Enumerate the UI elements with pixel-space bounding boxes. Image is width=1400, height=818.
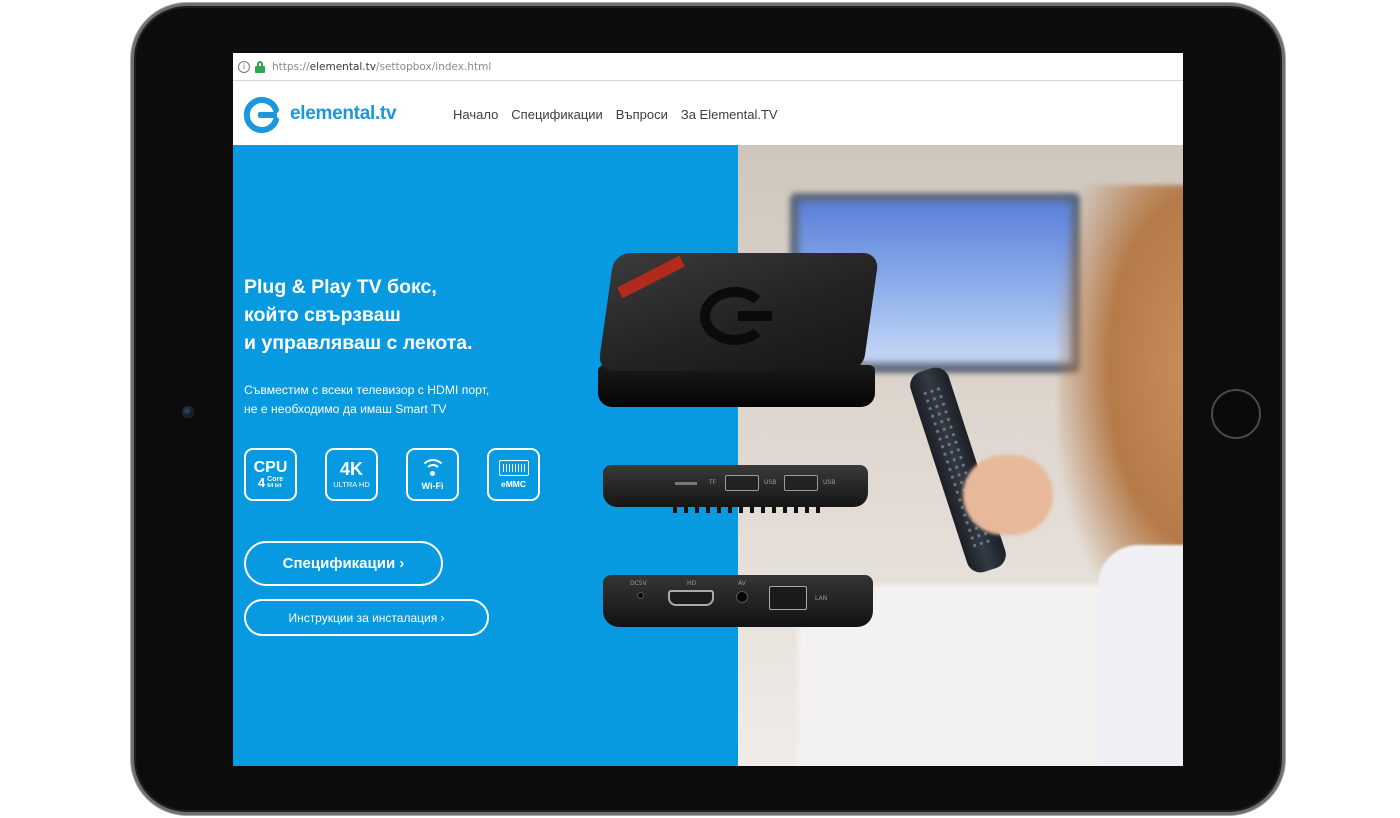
wifi-icon <box>419 458 446 477</box>
hero-title-line: Plug & Play TV бокс, <box>244 276 437 298</box>
tv-box-rear-ports-image: DC5V HD AV LAN <box>603 575 873 635</box>
tv-box-product-image <box>597 253 880 413</box>
specifications-button[interactable]: Спецификации › <box>244 541 443 586</box>
installation-instructions-button[interactable]: Инструкции за инсталация › <box>244 599 489 636</box>
cpu-core-label: Core <box>267 476 284 483</box>
lock-icon <box>255 60 265 73</box>
site-header: elemental.tv Начало Спецификации Въпроси… <box>233 82 1183 145</box>
hero-section: Plug & Play TV бокс, който свързваш и уп… <box>233 145 1183 766</box>
hero-subtitle: Съвместим с всеки телевизор с HDMI порт,… <box>244 381 489 419</box>
hero-photo <box>738 145 1183 766</box>
tv-box-side-ports-image: TF USB USB <box>603 465 868 520</box>
cpu-bits-label: 64 bit <box>267 483 282 489</box>
logo-text[interactable]: elemental.tv <box>290 103 397 125</box>
4k-badge-title: 4K <box>339 458 363 479</box>
cpu-badge-icon: CPU 4 Core 64 bit <box>244 448 297 501</box>
main-nav: Начало Спецификации Въпроси За Elemental… <box>453 107 778 122</box>
url-host: elemental.tv <box>309 60 376 73</box>
cpu-badge-title: CPU <box>253 459 288 476</box>
url-scheme: https:// <box>272 60 310 73</box>
port-label-lan: LAN <box>815 595 828 602</box>
nav-questions[interactable]: Въпроси <box>616 107 668 122</box>
nav-home[interactable]: Начало <box>453 107 498 122</box>
nav-about[interactable]: За Elemental.TV <box>681 107 778 122</box>
wifi-badge-label: Wi-Fi <box>421 480 444 491</box>
port-label-hd: HD <box>687 580 697 587</box>
cpu-core-count: 4 <box>257 475 266 490</box>
screen: i https://elemental.tv/settopbox/index.h… <box>233 53 1183 766</box>
memory-chip-icon <box>498 460 529 476</box>
4k-badge-sub: ULTRA HD <box>333 479 370 489</box>
nav-specifications[interactable]: Спецификации <box>511 107 603 122</box>
info-icon[interactable]: i <box>238 60 250 73</box>
hero-subtitle-line: Съвместим с всеки телевизор с HDMI порт, <box>244 383 490 397</box>
4k-badge-icon: 4K ULTRA HD <box>325 448 378 501</box>
hero-title-line: който свързваш <box>244 304 401 326</box>
elemental-logo-icon[interactable] <box>243 96 281 134</box>
emmc-badge-icon: eMMC <box>487 448 540 501</box>
emmc-badge-label: eMMC <box>500 479 527 489</box>
port-label-usb: USB <box>823 479 836 486</box>
home-button[interactable] <box>1211 389 1261 439</box>
hero-subtitle-line: не е необходимо да имаш Smart TV <box>244 402 447 416</box>
address-bar[interactable]: i https://elemental.tv/settopbox/index.h… <box>233 53 1183 81</box>
url-path: /settopbox/index.html <box>375 60 492 73</box>
front-camera-icon <box>182 406 194 418</box>
hero-title: Plug & Play TV бокс, който свързваш и уп… <box>244 273 473 357</box>
port-label-dc: DC5V <box>630 580 647 587</box>
port-label-av: AV <box>738 580 746 587</box>
port-label-tf: TF <box>709 479 717 486</box>
feature-badges: CPU 4 Core 64 bit 4K ULTRA HD Wi-Fi eMMC <box>244 448 540 501</box>
port-label-usb: USB <box>764 479 777 486</box>
hero-title-line: и управляваш с лекота. <box>244 332 473 354</box>
wifi-badge-icon: Wi-Fi <box>406 448 459 501</box>
